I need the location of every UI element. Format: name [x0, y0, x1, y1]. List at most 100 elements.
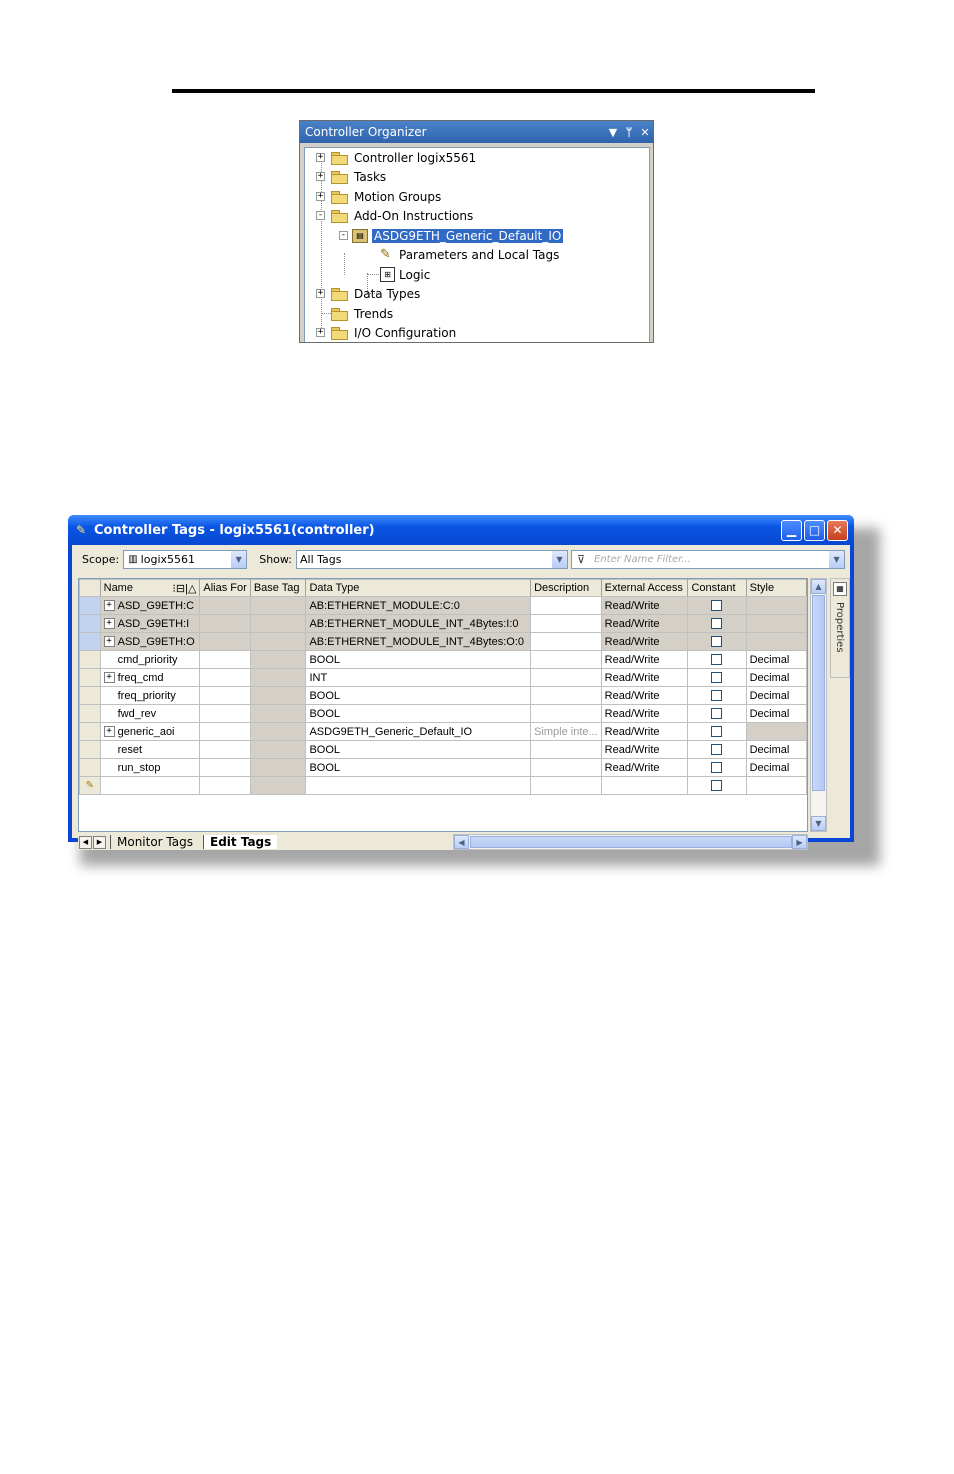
cell-alias-for[interactable] [199, 668, 251, 687]
constant-checkbox[interactable] [711, 744, 723, 756]
cell-description[interactable] [530, 650, 602, 669]
cell-alias-for[interactable] [199, 740, 251, 759]
row-header[interactable] [79, 596, 101, 615]
cell-alias-for[interactable] [199, 614, 251, 633]
cell-description[interactable] [530, 614, 602, 633]
tree-item-tasks[interactable]: + Tasks [316, 167, 386, 186]
cell-data-type[interactable]: BOOL [305, 686, 532, 705]
tab-edit-tags[interactable]: Edit Tags [203, 835, 278, 849]
scope-select[interactable]: ▥ logix5561 ▼ [123, 549, 248, 569]
cell-style[interactable]: Decimal [745, 704, 807, 723]
constant-checkbox[interactable] [711, 654, 723, 666]
constant-checkbox[interactable] [711, 618, 723, 630]
cell-style[interactable]: Decimal [745, 668, 807, 687]
cell-external-access[interactable]: Read/Write [600, 758, 689, 777]
cell-description[interactable] [530, 704, 602, 723]
new-tag-row[interactable]: ✎ [79, 776, 807, 795]
row-header[interactable] [79, 686, 101, 705]
constant-checkbox[interactable] [711, 672, 723, 684]
table-row[interactable]: + ASD_G9ETH:I AB:ETHERNET_MODULE_INT_4Byte… [79, 614, 807, 633]
table-row[interactable]: + freq_cmd INT Read/Write Decimal [79, 668, 807, 687]
cell-name[interactable]: + ASD_G9ETH:I [99, 614, 201, 633]
cell-style[interactable]: Decimal [745, 686, 807, 705]
cell-name[interactable]: fwd_rev [99, 704, 201, 723]
empty-cell[interactable] [600, 776, 689, 795]
tab-next-icon[interactable]: ▶ [93, 835, 106, 849]
cell-external-access[interactable]: Read/Write [600, 650, 689, 669]
cell-description[interactable]: Simple inte... [530, 722, 602, 741]
expand-icon[interactable]: + [316, 328, 325, 337]
vertical-scrollbar[interactable]: ▲ ▼ [810, 578, 827, 832]
cell-description[interactable] [530, 668, 602, 687]
cell-style[interactable]: Decimal [745, 650, 807, 669]
row-header[interactable] [79, 650, 101, 669]
cell-name[interactable]: freq_priority [99, 686, 201, 705]
collapse-icon[interactable]: - [316, 211, 325, 220]
expand-icon[interactable]: + [103, 618, 115, 630]
cell-description[interactable] [530, 596, 602, 615]
constant-checkbox[interactable] [711, 762, 723, 774]
cell-data-type[interactable]: ASDG9ETH_Generic_Default_IO [305, 722, 532, 741]
table-row[interactable]: + generic_aoi ASDG9ETH_Generic_Default_IO S… [79, 722, 807, 741]
cell-data-type[interactable]: BOOL [305, 740, 532, 759]
cell-name[interactable]: cmd_priority [99, 650, 201, 669]
row-header[interactable] [79, 740, 101, 759]
tree-item-parameters[interactable]: ✎ Parameters and Local Tags [380, 245, 559, 264]
properties-side-panel[interactable]: ▦ Properties [830, 578, 850, 678]
cell-description[interactable] [530, 686, 602, 705]
empty-cell[interactable] [305, 776, 532, 795]
table-row[interactable]: + ASD_G9ETH:O AB:ETHERNET_MODULE_INT_4Byte… [79, 632, 807, 651]
cell-name[interactable]: + ASD_G9ETH:C [99, 596, 201, 615]
cell-name[interactable]: + ASD_G9ETH:O [99, 632, 201, 651]
maximize-button[interactable]: □ [804, 519, 825, 541]
cell-external-access[interactable]: Read/Write [600, 668, 689, 687]
tree-item-aoi[interactable]: - ▤ ASDG9ETH_Generic_Default_IO [339, 226, 564, 245]
cell-description[interactable] [530, 740, 602, 759]
table-row[interactable]: run_stop BOOL Read/Write Decimal [79, 758, 807, 777]
cell-external-access[interactable]: Read/Write [600, 614, 689, 633]
column-header-external-access[interactable]: External Access [600, 579, 689, 597]
cell-alias-for[interactable] [199, 704, 251, 723]
cell-data-type[interactable]: BOOL [305, 758, 532, 777]
cell-data-type[interactable]: AB:ETHERNET_MODULE:C:0 [305, 596, 532, 615]
constant-checkbox[interactable] [711, 726, 723, 738]
constant-checkbox[interactable] [711, 690, 723, 702]
show-select[interactable]: All Tags ▼ [296, 549, 569, 569]
empty-cell[interactable] [199, 776, 251, 795]
cell-alias-for[interactable] [199, 686, 251, 705]
cell-description[interactable] [530, 758, 602, 777]
column-header-data-type[interactable]: Data Type [305, 579, 532, 597]
table-row[interactable]: reset BOOL Read/Write Decimal [79, 740, 807, 759]
tree-item-motion-groups[interactable]: + Motion Groups [316, 187, 441, 206]
cell-style[interactable]: Decimal [745, 740, 807, 759]
column-header-base-tag[interactable]: Base Tag [249, 579, 307, 597]
table-row[interactable]: freq_priority BOOL Read/Write Decimal [79, 686, 807, 705]
cell-alias-for[interactable] [199, 632, 251, 651]
cell-data-type[interactable]: BOOL [305, 650, 532, 669]
cell-description[interactable] [530, 632, 602, 651]
expand-icon[interactable]: + [103, 726, 115, 738]
scroll-up-icon[interactable]: ▲ [811, 579, 826, 594]
cell-external-access[interactable]: Read/Write [600, 632, 689, 651]
column-header-name[interactable]: Name ⁝⊟|△ [99, 579, 201, 597]
cell-external-access[interactable]: Read/Write [600, 704, 689, 723]
close-icon[interactable]: ✕ [637, 126, 653, 139]
cell-external-access[interactable]: Read/Write [600, 686, 689, 705]
cell-alias-for[interactable] [199, 722, 251, 741]
empty-cell[interactable] [530, 776, 602, 795]
tab-monitor-tags[interactable]: Monitor Tags [110, 835, 199, 849]
empty-cell[interactable] [249, 776, 307, 795]
tree-item-controller[interactable]: + Controller logix5561 [316, 148, 476, 167]
table-row[interactable]: cmd_priority BOOL Read/Write Decimal [79, 650, 807, 669]
row-header[interactable] [79, 758, 101, 777]
row-header[interactable] [79, 614, 101, 633]
column-header-alias[interactable]: Alias For [199, 579, 251, 597]
table-row[interactable]: + ASD_G9ETH:C AB:ETHERNET_MODULE:C:0 Read/W… [79, 596, 807, 615]
cell-alias-for[interactable] [199, 650, 251, 669]
cell-style[interactable]: Decimal [745, 758, 807, 777]
cell-name[interactable]: + freq_cmd [99, 668, 201, 687]
expand-icon[interactable]: + [316, 172, 325, 181]
tab-prev-icon[interactable]: ◀ [79, 835, 92, 849]
cell-style[interactable] [745, 632, 807, 651]
expand-icon[interactable]: + [103, 636, 115, 648]
